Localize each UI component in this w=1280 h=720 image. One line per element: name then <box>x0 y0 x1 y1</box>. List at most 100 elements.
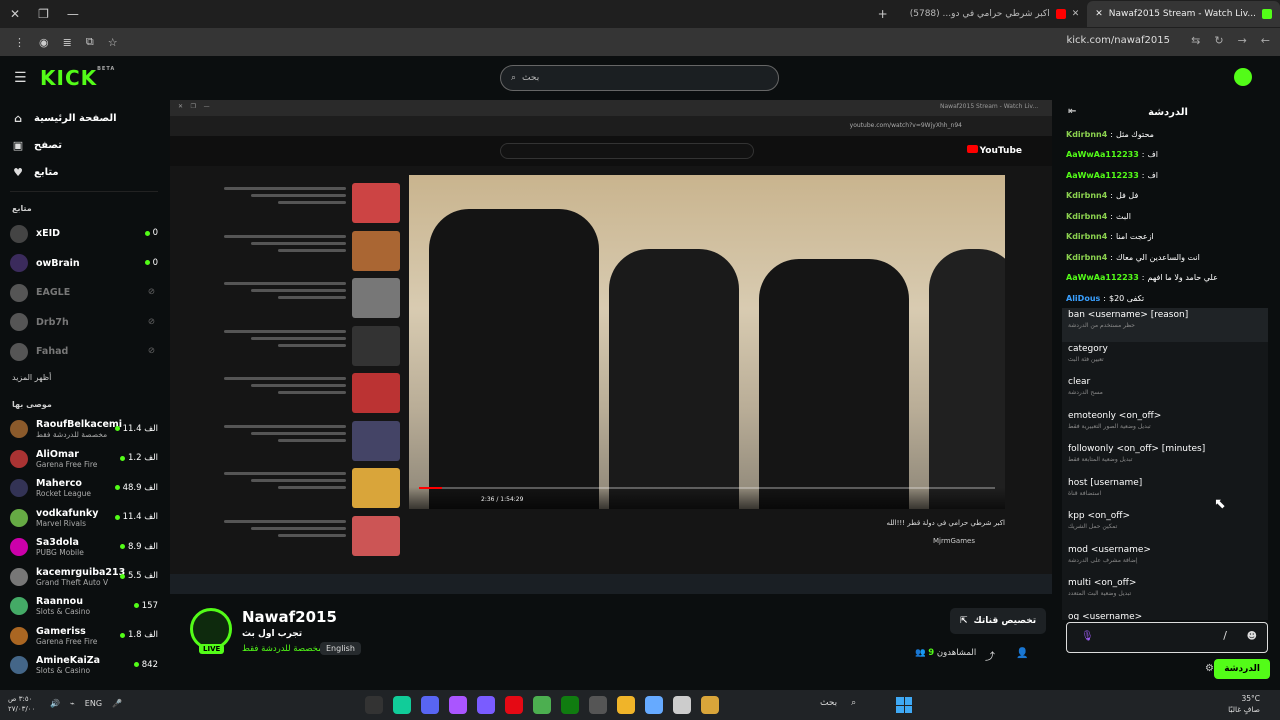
hamburger-menu-icon[interactable]: ☰ <box>14 70 27 86</box>
command-suggestion[interactable]: category تعيين فئة البث <box>1062 342 1268 376</box>
menu-dots-icon[interactable]: ⋮ <box>14 36 25 49</box>
netflix-icon[interactable] <box>505 696 523 714</box>
close-tab-icon[interactable]: ✕ <box>1095 9 1103 19</box>
chat-username[interactable]: Kdirbnn4 <box>1066 130 1107 139</box>
stream-video-player[interactable]: ✕ ❐ — Nawaf2015 Stream - Watch Liv... yo… <box>170 100 1052 594</box>
chat-username[interactable]: Kdirbnn4 <box>1066 191 1107 200</box>
follow-user-icon[interactable]: 👤 <box>1016 648 1028 659</box>
sidebar-channel-maherco[interactable]: Maherco Rocket League 48.9 الف <box>0 474 168 504</box>
close-tab-icon[interactable]: ✕ <box>1072 9 1080 19</box>
clock[interactable]: ٣:٥٠ ص ٢٧/٠٣/٠٠ <box>8 694 35 714</box>
search-input[interactable]: ⌕ بحث <box>500 65 779 91</box>
command-suggestion[interactable]: followonly <on_off> [minutes] تبديل وضعية… <box>1062 442 1268 476</box>
app-icon[interactable] <box>393 696 411 714</box>
customize-channel-button[interactable]: ⇱ تخصيص قناتك <box>950 608 1047 634</box>
show-more-link[interactable]: أظهر المزيد <box>0 367 168 388</box>
url-text[interactable]: kick.com/nawaf2015 <box>1066 35 1170 46</box>
volume-icon[interactable]: 🔊 <box>50 699 60 708</box>
profile-icon[interactable]: ◉ <box>39 36 49 49</box>
command-suggestion[interactable]: ban <username> [reason] حظر مستخدم من الد… <box>1062 308 1268 342</box>
chat-text: انت والساعدين الي معاك <box>1116 252 1200 262</box>
taskbar-search[interactable]: بحث ⌕ <box>820 698 856 708</box>
command-suggestion[interactable]: emoteonly <on_off> تبديل وضعية الصور التع… <box>1062 409 1268 443</box>
sidebar-item-home[interactable]: ⌂ الصفحة الرئيسية <box>0 105 168 132</box>
network-icon[interactable]: ⌁ <box>70 699 75 708</box>
chat-username[interactable]: AliDous <box>1066 294 1100 303</box>
chat-username[interactable]: AaWwAa112233 <box>1066 171 1139 180</box>
app-icon[interactable] <box>673 696 691 714</box>
sidebar-channel-drb7h[interactable]: Drb7h ⊘ <box>0 308 168 338</box>
command-suggestion[interactable]: mod <username> إضافة مشرف على الدردشة <box>1062 543 1268 577</box>
sidebar-channel-fahad[interactable]: Fahad ⊘ <box>0 337 168 367</box>
app-icon[interactable] <box>701 696 719 714</box>
sidebar-item-following[interactable]: ♥ متابع <box>0 159 168 186</box>
file-explorer-icon[interactable] <box>617 696 635 714</box>
forward-icon[interactable]: → <box>1238 34 1247 47</box>
sidebar-channel-raoufbelkacemi[interactable]: RaoufBelkacemi مخصصة للدردشة فقط 11.4 الف <box>0 415 168 445</box>
sidebar-channel-owbrain[interactable]: owBrain 0 <box>0 249 168 279</box>
site-settings-icon[interactable]: ⇆ <box>1191 34 1200 47</box>
sidebar-channel-vodkafunky[interactable]: vodkafunky Marvel Rivals 11.4 الف <box>0 503 168 533</box>
kick-logo[interactable]: KICKBETA <box>40 66 115 90</box>
following-section-title: متابع <box>12 204 32 213</box>
command-name: ban <username> [reason] <box>1068 310 1189 320</box>
reload-icon[interactable]: ↻ <box>1214 34 1223 47</box>
command-suggestion[interactable]: multi <on_off> تبديل وضعية البث المتعدد <box>1062 576 1268 610</box>
chat-username[interactable]: Kdirbnn4 <box>1066 253 1107 262</box>
send-chat-button[interactable]: الدردشة <box>1214 659 1270 679</box>
windows-start-icon[interactable] <box>896 697 912 713</box>
discord-icon[interactable] <box>421 696 439 714</box>
app-icon[interactable] <box>645 696 663 714</box>
back-icon[interactable]: ← <box>1261 34 1270 47</box>
channel-name[interactable]: Nawaf2015 <box>242 608 337 626</box>
sidebar-channel-eagle[interactable]: EAGLE ⊘ <box>0 278 168 308</box>
sidebar-channel-sa3dola[interactable]: Sa3dola PUBG Mobile 8.9 الف <box>0 533 168 563</box>
taskbar-apps <box>365 696 719 714</box>
command-suggestion[interactable]: og <username> <box>1062 610 1268 621</box>
command-suggestion[interactable]: host [username] استضافة قناة <box>1062 476 1268 510</box>
minimize-window-icon[interactable]: — <box>67 7 79 21</box>
chat-username[interactable]: Kdirbnn4 <box>1066 232 1107 241</box>
bookmark-star-icon[interactable]: ☆ <box>108 36 118 49</box>
language-indicator[interactable]: ENG <box>85 699 102 708</box>
chat-username[interactable]: Kdirbnn4 <box>1066 212 1107 221</box>
language-tag[interactable]: English <box>320 642 361 655</box>
browser-tab-youtube[interactable]: اكبر شرطي حرامي في دو... (5788) ✕ <box>902 1 1088 27</box>
chat-text: $20 تكفى <box>1108 293 1145 303</box>
command-suggestion[interactable]: clear مسح الدردشة <box>1062 375 1268 409</box>
weather-widget[interactable]: 35°C صافٍ غالبًا <box>1228 693 1260 715</box>
microphone-icon[interactable]: 🎙 <box>1081 631 1094 642</box>
sidebar-channel-kacemrguiba213[interactable]: kacemrguiba213 Grand Theft Auto V 5.5 الف <box>0 562 168 592</box>
sidebar-channel-aminekaiza[interactable]: AmineKaiZa Slots & Casino 842 <box>0 651 168 681</box>
command-suggestion[interactable]: kpp <on_off> تمكين حمل الشريك <box>1062 509 1268 543</box>
sidebar-channel-gameriss[interactable]: Gameriss Garena Free Fire 1.8 الف <box>0 621 168 651</box>
chat-input[interactable]: 🎙 / ☻ <box>1066 622 1268 653</box>
xbox-icon[interactable] <box>561 696 579 714</box>
extensions-icon[interactable]: ⧉ <box>86 35 94 49</box>
browser-tab-kick[interactable]: ✕ Nawaf2015 Stream - Watch Liv... <box>1087 1 1280 27</box>
tab-search-icon[interactable]: ≣ <box>63 36 72 49</box>
app-icon[interactable] <box>449 696 467 714</box>
chat-username[interactable]: AaWwAa112233 <box>1066 150 1139 159</box>
user-avatar[interactable] <box>1234 68 1252 86</box>
collapse-chat-icon[interactable]: ⇤ <box>1068 106 1076 117</box>
stream-category[interactable]: مخصصة للدردشة فقط <box>242 644 323 654</box>
mic-tray-icon[interactable]: 🎤 <box>112 699 122 708</box>
new-tab-button[interactable]: + <box>878 7 888 21</box>
sidebar-item-browse[interactable]: ▣ تصفح <box>0 132 168 159</box>
emoji-icon[interactable]: ☻ <box>1247 631 1257 642</box>
maximize-window-icon[interactable]: ❐ <box>38 7 49 21</box>
app-icon[interactable] <box>477 696 495 714</box>
sidebar-channel-xeid[interactable]: xEID 0 <box>0 219 168 249</box>
share-icon[interactable]: ⤴ <box>985 648 995 663</box>
sidebar-channel-raannou[interactable]: Raannou Slots & Casino 157 <box>0 592 168 622</box>
store-icon[interactable] <box>589 696 607 714</box>
chat-message: Kdirbnn4: انت والساعدين الي معاك <box>1066 252 1200 262</box>
chrome-icon[interactable] <box>533 696 551 714</box>
chat-settings-gear-icon[interactable]: ⚙ <box>1205 663 1214 674</box>
close-window-icon[interactable]: ✕ <box>10 7 20 21</box>
chat-username[interactable]: AaWwAa112233 <box>1066 273 1139 282</box>
sidebar-channel-aliomar[interactable]: AliOmar Garena Free Fire 1.2 الف <box>0 444 168 474</box>
avatar <box>10 313 28 332</box>
epic-games-icon[interactable] <box>365 696 383 714</box>
